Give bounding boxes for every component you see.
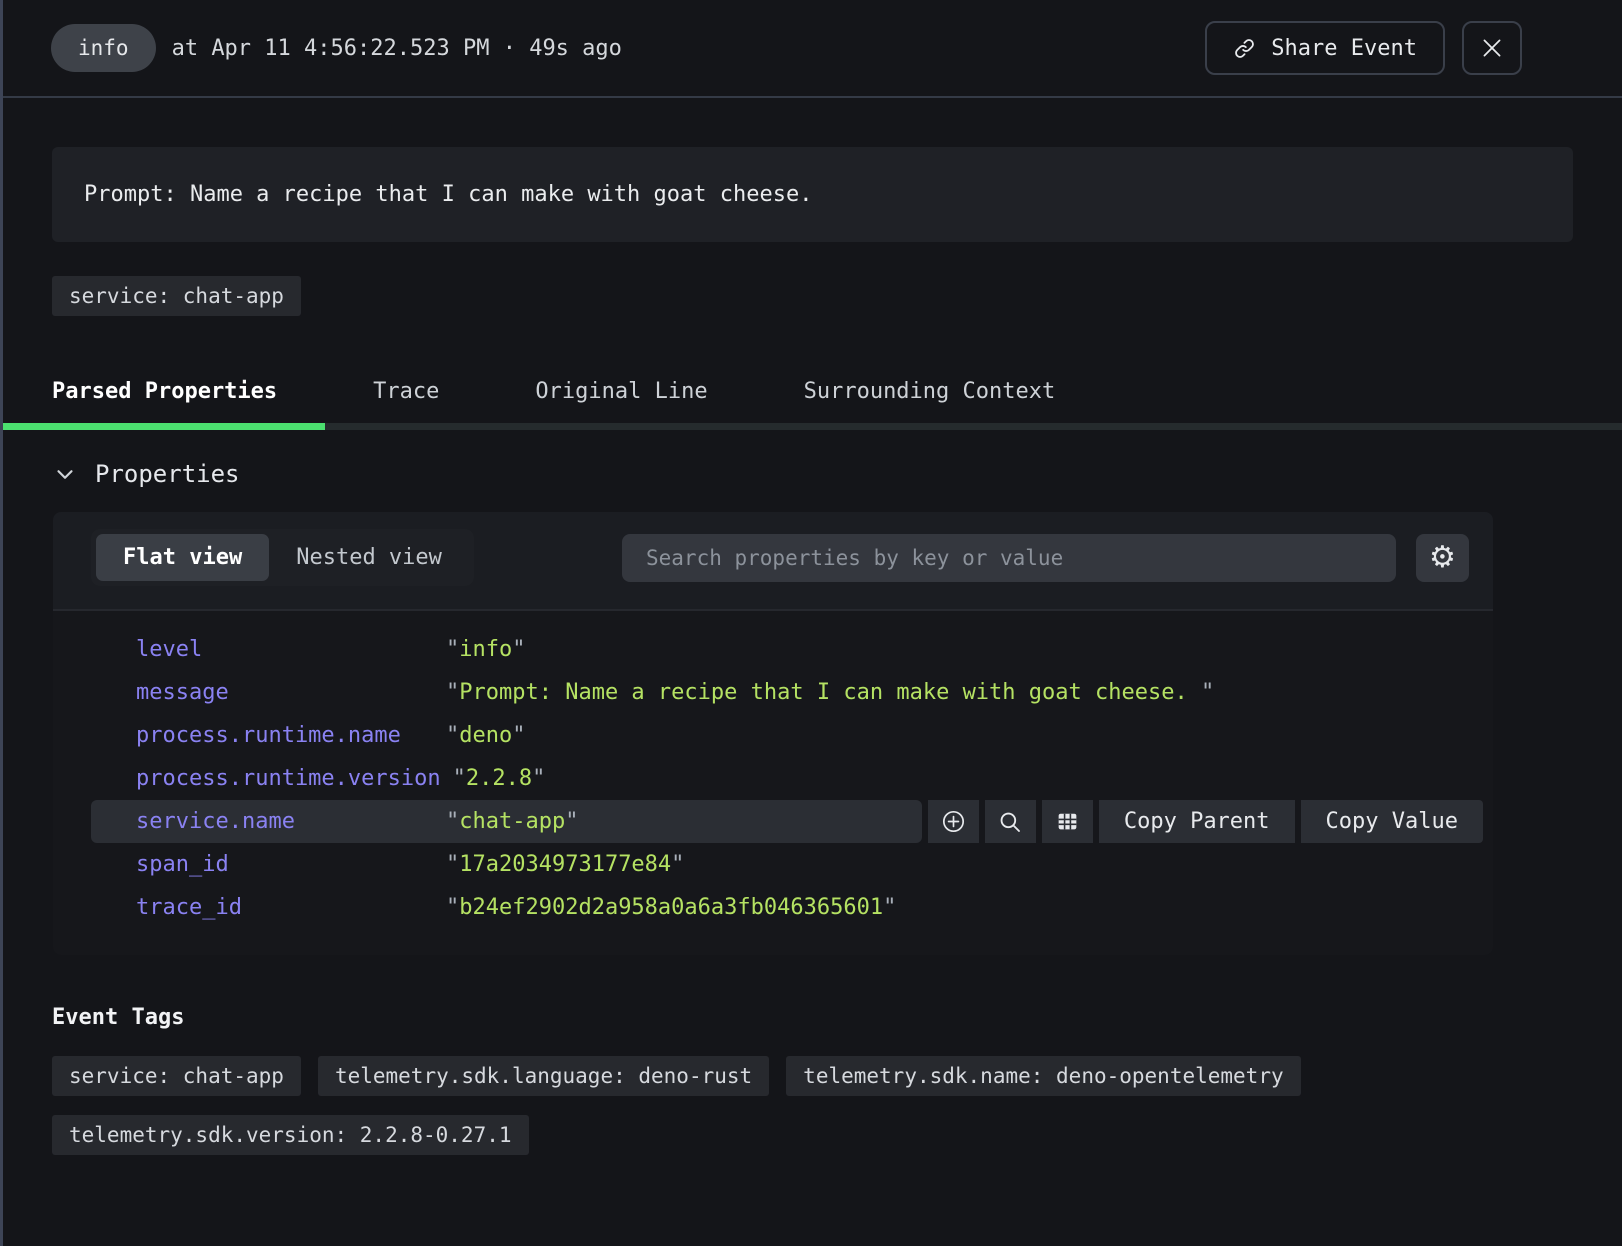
view-toggle: Flat view Nested view — [91, 529, 474, 586]
event-tag-chip[interactable]: telemetry.sdk.version: 2.2.8-0.27.1 — [52, 1115, 529, 1155]
close-button[interactable] — [1462, 21, 1522, 75]
property-row[interactable]: span_id"17a2034973177e84" — [91, 843, 1483, 886]
event-header: info at Apr 11 4:56:22.523 PM · 49s ago … — [3, 0, 1622, 98]
event-tag-chip[interactable]: telemetry.sdk.language: deno-rust — [318, 1056, 769, 1096]
property-value: "deno" — [446, 723, 525, 748]
properties-settings-button[interactable]: ⚙ — [1416, 534, 1469, 582]
property-key[interactable]: span_id — [136, 852, 446, 877]
flat-view-button[interactable]: Flat view — [96, 534, 269, 581]
event-tag-chip[interactable]: service: chat-app — [52, 1056, 301, 1096]
service-tag-chip[interactable]: service: chat-app — [52, 276, 301, 316]
properties-table: level"info"message"Prompt: Name a recipe… — [53, 611, 1493, 955]
tab-original-line[interactable]: Original Line — [487, 360, 755, 423]
gear-icon: ⚙ — [1429, 543, 1456, 573]
property-value: "chat-app" — [446, 809, 578, 834]
property-row[interactable]: service.name"chat-app" Copy ParentCopy Va… — [91, 800, 1483, 843]
property-key[interactable]: process.runtime.version — [136, 766, 453, 791]
level-badge: info — [51, 24, 156, 72]
tab-surrounding-context[interactable]: Surrounding Context — [756, 360, 1104, 423]
table-view-icon[interactable] — [1042, 800, 1093, 843]
copy-value-button[interactable]: Copy Value — [1301, 800, 1483, 843]
tab-bar: Parsed PropertiesTraceOriginal LineSurro… — [3, 360, 1622, 430]
property-key[interactable]: trace_id — [136, 895, 446, 920]
property-value: "2.2.8" — [453, 766, 546, 791]
event-timestamp: at Apr 11 4:56:22.523 PM · 49s ago — [172, 36, 622, 61]
tab-trace[interactable]: Trace — [325, 360, 487, 423]
add-filter-icon[interactable] — [928, 800, 979, 843]
properties-controls: Flat view Nested view ⚙ — [53, 512, 1493, 609]
event-tag-chip[interactable]: telemetry.sdk.name: deno-opentelemetry — [786, 1056, 1300, 1096]
property-row[interactable]: process.runtime.version"2.2.8" — [91, 757, 1483, 800]
link-icon — [1233, 37, 1256, 60]
property-value: "17a2034973177e84" — [446, 852, 684, 877]
property-row[interactable]: trace_id"b24ef2902d2a958a0a6a3fb04636560… — [91, 886, 1483, 929]
share-event-label: Share Event — [1271, 36, 1417, 61]
property-key[interactable]: level — [136, 637, 446, 662]
event-tags-title: Event Tags — [52, 1005, 1622, 1030]
close-icon — [1479, 35, 1505, 61]
property-value: "b24ef2902d2a958a0a6a3fb046365601" — [446, 895, 896, 920]
property-value: "Prompt: Name a recipe that I can make w… — [446, 680, 1214, 705]
property-value: "info" — [446, 637, 525, 662]
property-row[interactable]: message"Prompt: Name a recipe that I can… — [91, 671, 1483, 714]
nested-view-button[interactable]: Nested view — [269, 534, 469, 581]
properties-search-input[interactable] — [622, 534, 1396, 582]
properties-section-header[interactable]: Properties — [52, 460, 1622, 488]
share-event-button[interactable]: Share Event — [1205, 21, 1445, 75]
properties-card: Flat view Nested view ⚙ level"info"messa… — [53, 512, 1493, 955]
property-row[interactable]: process.runtime.name"deno" — [91, 714, 1483, 757]
property-key[interactable]: process.runtime.name — [136, 723, 446, 748]
tab-parsed-properties[interactable]: Parsed Properties — [3, 360, 325, 430]
property-key[interactable]: message — [136, 680, 446, 705]
event-message-preview: Prompt: Name a recipe that I can make wi… — [52, 147, 1573, 242]
search-value-icon[interactable] — [985, 800, 1036, 843]
property-key[interactable]: service.name — [136, 809, 446, 834]
property-row[interactable]: level"info" — [91, 628, 1483, 671]
copy-parent-button[interactable]: Copy Parent — [1099, 800, 1295, 843]
properties-section-title: Properties — [95, 460, 240, 488]
event-tags-list: service: chat-app telemetry.sdk.language:… — [52, 1056, 1573, 1155]
chevron-down-icon — [52, 461, 78, 487]
